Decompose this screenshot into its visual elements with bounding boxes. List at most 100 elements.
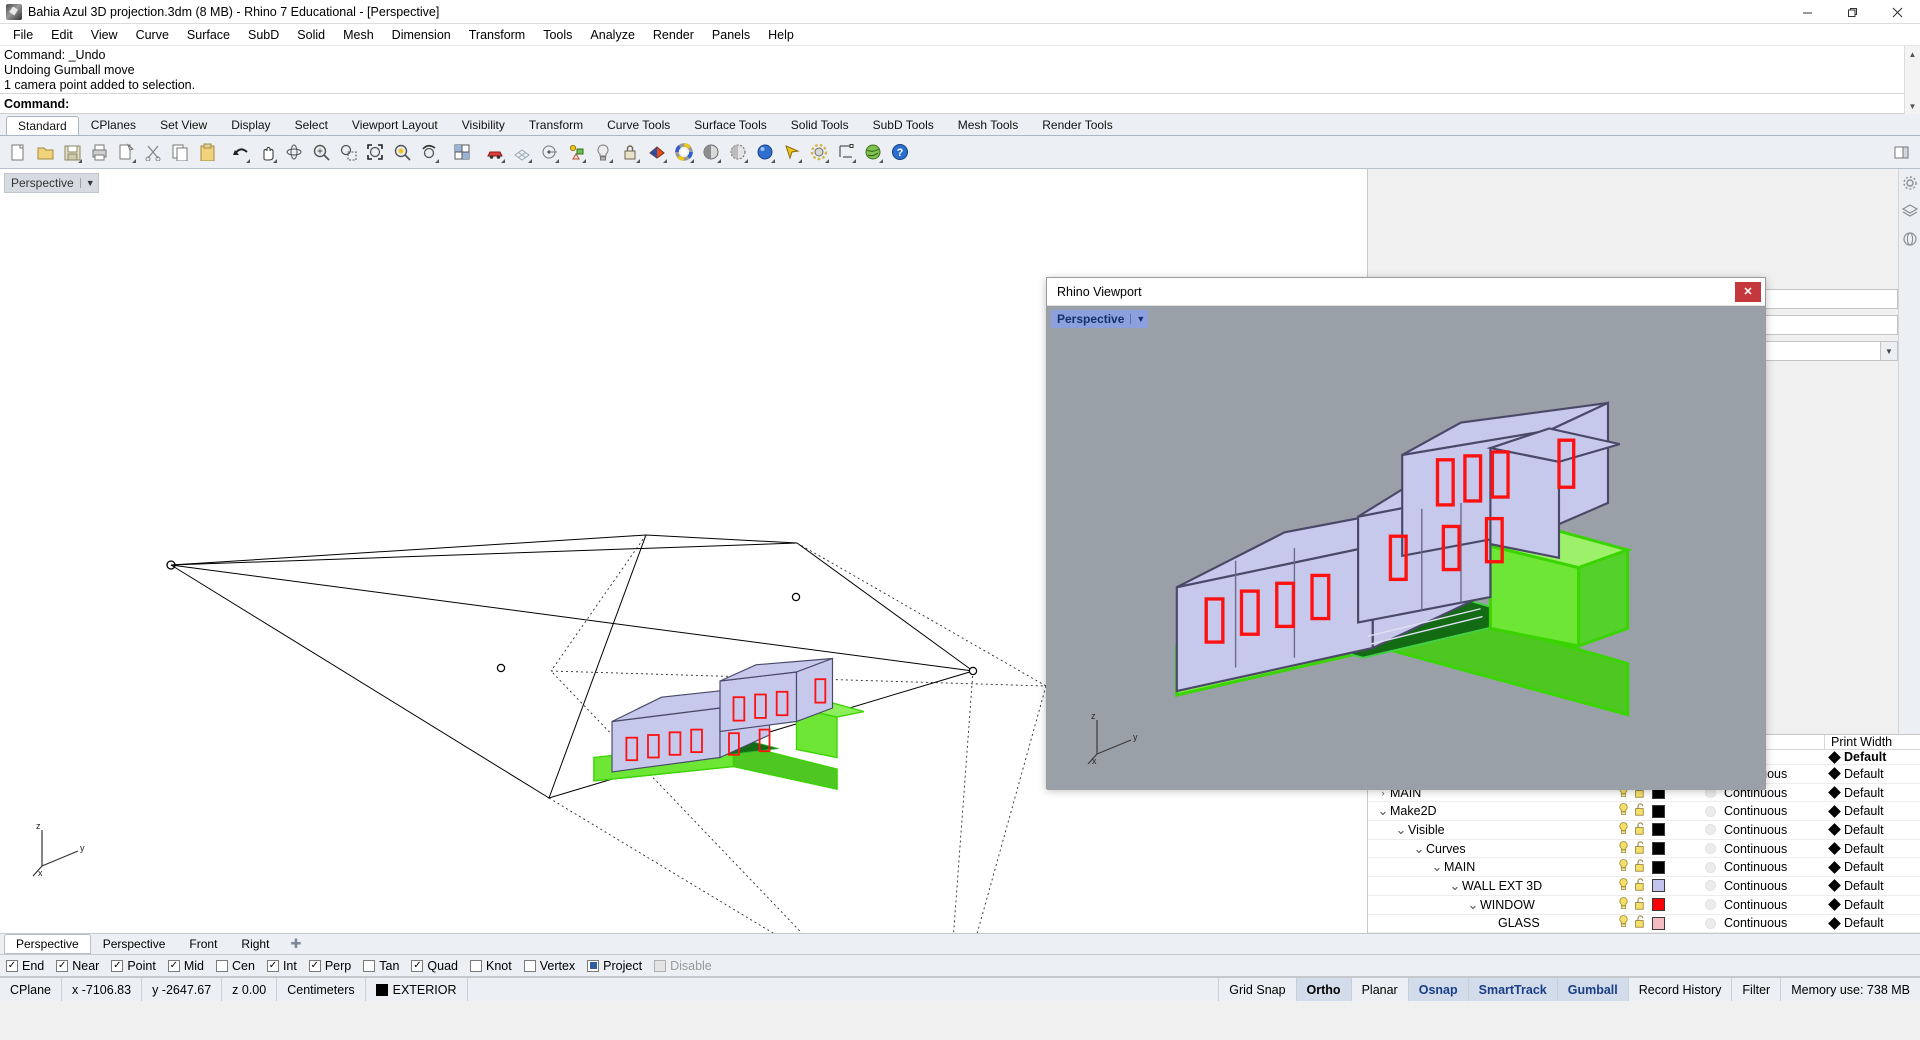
menu-item-view[interactable]: View [82, 26, 127, 44]
menu-item-help[interactable]: Help [759, 26, 803, 44]
checkbox-int[interactable]: ✓ [267, 960, 279, 972]
toolbar-tab-display[interactable]: Display [219, 115, 282, 135]
menu-item-surface[interactable]: Surface [178, 26, 239, 44]
layer-col-print-width[interactable]: Print Width [1824, 735, 1920, 749]
layer-linetype-cell[interactable]: Continuous [1724, 916, 1824, 930]
lock-open-icon[interactable] [1635, 822, 1646, 838]
toolbar-tab-cplanes[interactable]: CPlanes [79, 115, 148, 135]
rotate-view-icon[interactable] [281, 140, 306, 165]
close-button[interactable] [1875, 0, 1920, 24]
color-wheel-icon[interactable] [671, 140, 696, 165]
flyout-corner-icon[interactable] [825, 159, 829, 163]
status-record-history[interactable]: Record History [1629, 978, 1733, 1001]
osnap-int[interactable]: ✓Int [267, 959, 297, 973]
paste-icon[interactable] [194, 140, 219, 165]
float-window-title-bar[interactable]: Rhino Viewport ✕ [1047, 278, 1765, 306]
zoom-selected-icon[interactable] [389, 140, 414, 165]
help-icon[interactable]: ? [887, 140, 912, 165]
menu-item-panels[interactable]: Panels [703, 26, 759, 44]
chevron-down-icon[interactable]: ⌄ [1466, 902, 1480, 908]
menu-item-file[interactable]: File [4, 26, 42, 44]
layer-print-width-cell[interactable]: Default [1824, 898, 1920, 912]
undo-icon[interactable] [227, 140, 252, 165]
flyout-corner-icon[interactable] [132, 159, 136, 163]
lightbulb-icon[interactable] [1618, 878, 1629, 894]
zoom-previous-icon[interactable] [416, 140, 441, 165]
layer-linetype-cell[interactable]: Continuous [1724, 860, 1824, 874]
maximize-restore-button[interactable] [1830, 0, 1875, 24]
render-car-icon[interactable] [482, 140, 507, 165]
layer-color-swatch[interactable] [1652, 898, 1665, 911]
osnap-disable[interactable]: Disable [654, 959, 712, 973]
checkbox-mid[interactable]: ✓ [168, 960, 180, 972]
chevron-down-icon[interactable]: ⌄ [1412, 846, 1426, 852]
lock-open-icon[interactable] [1635, 878, 1646, 894]
menu-item-curve[interactable]: Curve [127, 26, 178, 44]
lightbulb-icon[interactable] [1618, 897, 1629, 913]
toolbar-tab-curve-tools[interactable]: Curve Tools [595, 115, 682, 135]
save-file-icon[interactable] [59, 140, 84, 165]
osnap-vertex[interactable]: Vertex [524, 959, 575, 973]
flyout-corner-icon[interactable] [636, 159, 640, 163]
layer-linetype-cell[interactable]: Continuous [1724, 879, 1824, 893]
checkbox-knot[interactable] [470, 960, 482, 972]
layers-icon[interactable] [1902, 203, 1918, 219]
layers-icon[interactable] [644, 140, 669, 165]
layer-material-cell[interactable] [1696, 806, 1724, 817]
table-row[interactable]: ⌄WINDOWContinuousDefault [1368, 896, 1920, 915]
layer-color-swatch[interactable] [1652, 842, 1665, 855]
shaded-display-icon[interactable] [698, 140, 723, 165]
osnap-quad[interactable]: ✓Quad [411, 959, 458, 973]
rhino-viewport-window[interactable]: Rhino Viewport ✕ Perspective ▼ [1046, 277, 1766, 789]
layer-print-width-cell[interactable]: Default [1824, 786, 1920, 800]
flyout-corner-icon[interactable] [555, 159, 559, 163]
panel-toggle-icon[interactable] [1889, 140, 1914, 165]
flyout-corner-icon[interactable] [663, 159, 667, 163]
layer-print-width-cell[interactable]: Default [1824, 823, 1920, 837]
command-scrollbar[interactable]: ▲ ▼ [1904, 46, 1920, 114]
chevron-down-icon[interactable]: ⌄ [1394, 827, 1408, 833]
layer-linetype-cell[interactable]: Continuous [1724, 804, 1824, 818]
toolbar-tab-select[interactable]: Select [283, 115, 340, 135]
object-properties-icon[interactable] [563, 140, 588, 165]
cut-scissors-icon[interactable] [140, 140, 165, 165]
table-row[interactable]: ⌄CurvesContinuousDefault [1368, 840, 1920, 859]
grid-cplane-icon[interactable] [509, 140, 534, 165]
lock-icon[interactable] [617, 140, 642, 165]
osnap-point[interactable]: ✓Point [111, 959, 156, 973]
viewport-tab-front-2[interactable]: Front [177, 934, 229, 954]
layer-linetype-cell[interactable]: Continuous [1724, 823, 1824, 837]
scroll-down-icon[interactable]: ▼ [1905, 98, 1920, 114]
ghosted-display-icon[interactable] [725, 140, 750, 165]
flyout-corner-icon[interactable] [273, 159, 277, 163]
layer-print-width-cell[interactable]: Default [1824, 767, 1920, 781]
toolbar-tab-set-view[interactable]: Set View [148, 115, 219, 135]
toolbar-tab-standard[interactable]: Standard [6, 116, 79, 136]
viewport-tab-perspective-1[interactable]: Perspective [91, 934, 178, 954]
layer-color-swatch[interactable] [1652, 879, 1665, 892]
open-file-icon[interactable] [32, 140, 57, 165]
status-grid-snap[interactable]: Grid Snap [1219, 978, 1296, 1001]
command-prompt[interactable]: Command: [0, 93, 1920, 114]
flyout-corner-icon[interactable] [609, 159, 613, 163]
minimize-button[interactable] [1785, 0, 1830, 24]
select-arrow-icon[interactable] [779, 140, 804, 165]
menu-item-subd[interactable]: SubD [239, 26, 288, 44]
layer-print-width-cell[interactable]: Default [1824, 804, 1920, 818]
status-gumball[interactable]: Gumball [1558, 978, 1629, 1001]
toolbar-tab-viewport-layout[interactable]: Viewport Layout [340, 115, 450, 135]
checkbox-perp[interactable]: ✓ [309, 960, 321, 972]
status-cplane[interactable]: CPlane [0, 978, 62, 1001]
print-icon[interactable] [86, 140, 111, 165]
layer-print-width-cell[interactable]: Default [1824, 879, 1920, 893]
checkbox-near[interactable]: ✓ [56, 960, 68, 972]
menu-item-analyze[interactable]: Analyze [581, 26, 643, 44]
status-planar[interactable]: Planar [1352, 978, 1409, 1001]
layer-print-width-cell[interactable]: Default [1824, 750, 1920, 764]
status-filter[interactable]: Filter [1732, 978, 1781, 1001]
add-viewport-tab-icon[interactable]: ✚ [281, 935, 310, 953]
osnap-cen[interactable]: Cen [216, 959, 255, 973]
menu-item-mesh[interactable]: Mesh [334, 26, 383, 44]
lock-open-icon[interactable] [1635, 859, 1646, 875]
lightbulb-icon[interactable] [1618, 841, 1629, 857]
